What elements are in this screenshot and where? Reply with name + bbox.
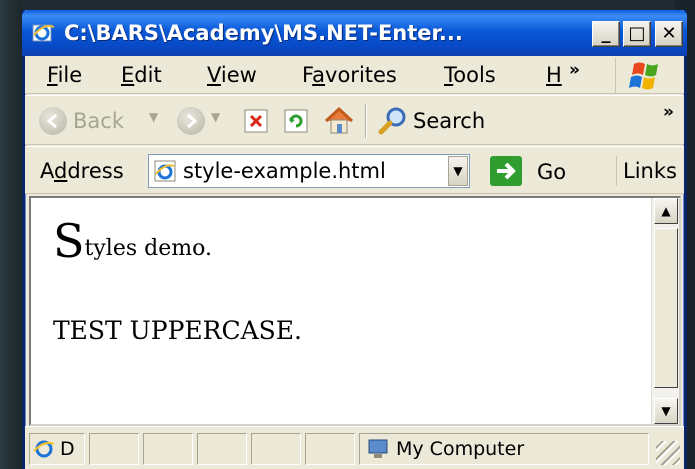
page-viewport: Styles demo. TEST UPPERCASE. ▲ ▼ [29, 196, 681, 426]
status-main-cell: D [29, 433, 85, 465]
security-zone-pane: My Computer [359, 433, 649, 465]
ie-icon [32, 24, 55, 42]
menu-tools[interactable]: Tools [444, 60, 496, 90]
links-button[interactable]: Links [616, 156, 677, 186]
search-button-label[interactable]: Search [413, 106, 485, 136]
browser-window: C:\BARS\Academy\MS.NET-Enter... _ □ ✕ Fi… [22, 10, 687, 469]
scroll-up-icon[interactable]: ▲ [654, 198, 678, 224]
close-button[interactable]: ✕ [655, 21, 683, 47]
go-button-label[interactable]: Go [537, 157, 566, 187]
status-pane [305, 433, 355, 465]
menu-view[interactable]: View [207, 60, 257, 90]
desktop-background-left [0, 0, 22, 469]
styles-demo-paragraph: Styles demo. [53, 218, 212, 264]
status-ie-icon [33, 440, 55, 458]
refresh-icon[interactable] [283, 108, 309, 134]
zone-label: My Computer [396, 438, 525, 460]
menu-help[interactable]: H [546, 60, 562, 90]
maximize-button[interactable]: □ [623, 21, 651, 47]
back-dropdown-icon[interactable]: ▼ [149, 110, 158, 124]
uppercase-paragraph: TEST UPPERCASE. [53, 316, 302, 345]
first-letter: S [53, 214, 85, 268]
scroll-thumb[interactable] [654, 228, 678, 388]
page-content: Styles demo. TEST UPPERCASE. [31, 198, 651, 424]
back-arrow-icon[interactable] [39, 107, 67, 135]
forward-arrow-icon[interactable] [177, 107, 205, 135]
toolbar-separator [365, 104, 367, 138]
address-bar: Address style-example.html ▼ Go Links [25, 146, 684, 194]
go-arrow-icon[interactable] [490, 156, 522, 186]
menu-overflow-chevron[interactable]: » [569, 60, 580, 80]
home-icon[interactable] [322, 105, 356, 137]
stop-icon[interactable] [243, 108, 269, 134]
status-text: D [60, 438, 75, 460]
menu-file[interactable]: File [47, 60, 82, 90]
vertical-scrollbar[interactable]: ▲ ▼ [651, 198, 679, 424]
back-button-label[interactable]: Back [73, 106, 124, 136]
minimize-button[interactable]: _ [592, 21, 620, 47]
title-bar[interactable]: C:\BARS\Academy\MS.NET-Enter... _ □ ✕ [22, 10, 687, 56]
status-pane [89, 433, 139, 465]
menu-favorites[interactable]: Favorites [302, 60, 397, 90]
toolbar-overflow-chevron[interactable]: » [663, 102, 674, 122]
address-label: Address [40, 159, 124, 183]
menu-bar: File Edit View Favorites Tools H » [25, 56, 684, 94]
resize-grip[interactable] [656, 441, 680, 465]
status-pane [143, 433, 193, 465]
address-input[interactable]: style-example.html ▼ [148, 154, 470, 188]
menu-edit[interactable]: Edit [121, 60, 162, 90]
forward-dropdown-icon[interactable]: ▼ [211, 110, 220, 124]
standard-toolbar: Back ▼ ▼ Search » [25, 95, 684, 145]
page-ie-icon [154, 160, 176, 182]
status-pane [197, 433, 247, 465]
paragraph-rest: tyles demo. [84, 236, 212, 261]
windows-flag-icon [629, 62, 658, 90]
status-bar: D My Computer [25, 426, 684, 469]
search-icon[interactable] [377, 106, 409, 136]
my-computer-icon [368, 439, 388, 458]
scroll-down-icon[interactable]: ▼ [654, 398, 678, 424]
address-value[interactable]: style-example.html [183, 156, 386, 186]
status-pane [251, 433, 301, 465]
address-dropdown-icon[interactable]: ▼ [448, 156, 468, 186]
window-title: C:\BARS\Academy\MS.NET-Enter... [64, 21, 463, 45]
windows-logo [615, 58, 669, 94]
